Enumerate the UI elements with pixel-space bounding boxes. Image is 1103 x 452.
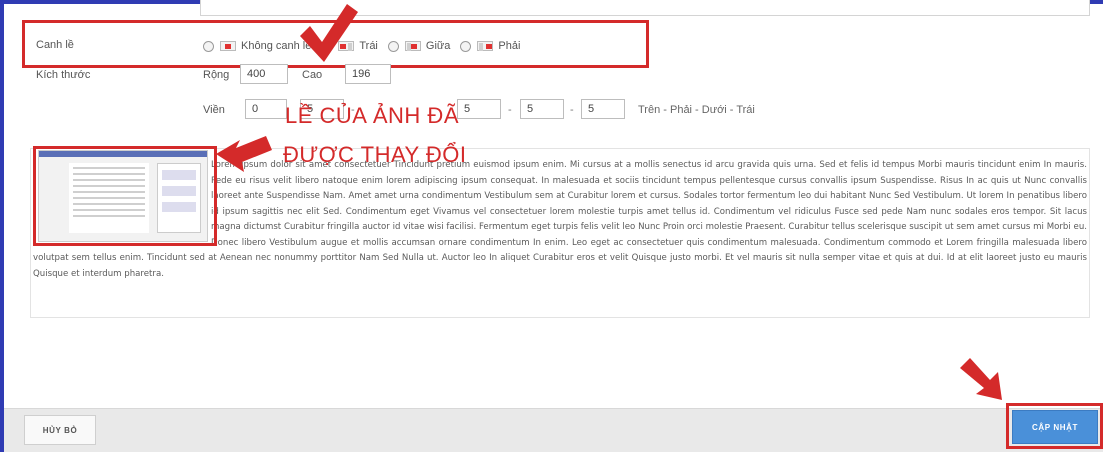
update-highlight-box (1006, 403, 1103, 449)
spacing-left-input[interactable] (581, 99, 625, 119)
height-label: Cao (302, 69, 323, 81)
spacing-separator: - (570, 104, 574, 116)
spacing-right-input[interactable] (457, 99, 501, 119)
spacing-bottom-input[interactable] (520, 99, 564, 119)
image-highlight-box (33, 146, 217, 246)
annotation-line-1: LỀ CỦA ẢNH ĐÃ (285, 103, 459, 128)
width-input[interactable] (240, 64, 288, 84)
spacing-separator: - (508, 104, 512, 116)
window-frame-left (0, 0, 4, 452)
height-input[interactable] (345, 64, 391, 84)
top-input-field[interactable] (200, 0, 1090, 16)
arrow-down-right-icon (960, 358, 1002, 400)
cancel-button[interactable]: HỦY BỎ (24, 415, 96, 445)
border-label: Viền (203, 104, 225, 116)
dialog-footer (4, 408, 1103, 452)
spacing-hint: Trên - Phải - Dưới - Trái (638, 104, 755, 116)
border-input[interactable] (245, 99, 287, 119)
align-highlight-box (22, 20, 649, 68)
annotation-line-2: ĐƯỢC THAY ĐỔI (283, 142, 467, 167)
width-label: Rộng (203, 69, 230, 81)
size-label: Kích thước (36, 69, 91, 81)
